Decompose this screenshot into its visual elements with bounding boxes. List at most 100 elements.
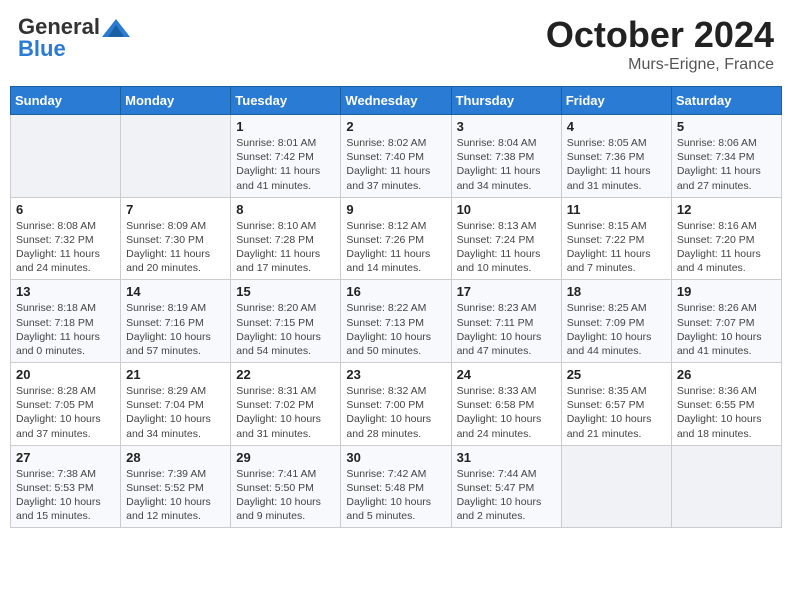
day-cell: 21 Sunrise: 8:29 AMSunset: 7:04 PMDayligh… <box>121 363 231 446</box>
day-cell: 7Sunrise: 8:09 AMSunset: 7:30 PMDaylight… <box>121 197 231 280</box>
day-number: 12 <box>677 202 776 217</box>
day-info: Sunrise: 8:29 AMSunset: 7:04 PMDaylight:… <box>126 384 225 441</box>
logo-icon <box>102 19 130 37</box>
day-cell: 17 Sunrise: 8:23 AMSunset: 7:11 PMDayligh… <box>451 280 561 363</box>
day-cell: 12Sunrise: 8:16 AMSunset: 7:20 PMDayligh… <box>671 197 781 280</box>
day-cell <box>561 445 671 528</box>
day-number: 16 <box>346 284 445 299</box>
day-cell: 25 Sunrise: 8:35 AMSunset: 6:57 PMDayligh… <box>561 363 671 446</box>
day-info: Sunrise: 8:04 AMSunset: 7:38 PMDaylight:… <box>457 136 556 193</box>
day-info: Sunrise: 7:39 AMSunset: 5:52 PMDaylight:… <box>126 467 225 524</box>
day-info: Sunrise: 8:18 AMSunset: 7:18 PMDaylight:… <box>16 301 115 358</box>
weekday-header-sunday: Sunday <box>11 87 121 115</box>
day-number: 14 <box>126 284 225 299</box>
day-info: Sunrise: 7:38 AMSunset: 5:53 PMDaylight:… <box>16 467 115 524</box>
day-number: 2 <box>346 119 445 134</box>
day-info: Sunrise: 8:19 AMSunset: 7:16 PMDaylight:… <box>126 301 225 358</box>
weekday-header-wednesday: Wednesday <box>341 87 451 115</box>
day-number: 3 <box>457 119 556 134</box>
day-cell: 14 Sunrise: 8:19 AMSunset: 7:16 PMDayligh… <box>121 280 231 363</box>
day-number: 20 <box>16 367 115 382</box>
day-number: 30 <box>346 450 445 465</box>
day-number: 19 <box>677 284 776 299</box>
day-cell: 18 Sunrise: 8:25 AMSunset: 7:09 PMDayligh… <box>561 280 671 363</box>
day-info: Sunrise: 8:32 AMSunset: 7:00 PMDaylight:… <box>346 384 445 441</box>
week-row-1: 6 Sunrise: 8:08 AMSunset: 7:32 PMDaylight… <box>11 197 782 280</box>
day-number: 6 <box>16 202 115 217</box>
week-row-0: 1Sunrise: 8:01 AMSunset: 7:42 PMDaylight… <box>11 115 782 198</box>
day-info: Sunrise: 8:20 AMSunset: 7:15 PMDaylight:… <box>236 301 335 358</box>
weekday-header-thursday: Thursday <box>451 87 561 115</box>
day-number: 25 <box>567 367 666 382</box>
day-info: Sunrise: 8:36 AMSunset: 6:55 PMDaylight:… <box>677 384 776 441</box>
day-cell: 8Sunrise: 8:10 AMSunset: 7:28 PMDaylight… <box>231 197 341 280</box>
day-number: 17 <box>457 284 556 299</box>
week-row-3: 20 Sunrise: 8:28 AMSunset: 7:05 PMDayligh… <box>11 363 782 446</box>
day-number: 29 <box>236 450 335 465</box>
day-number: 1 <box>236 119 335 134</box>
weekday-header-row: SundayMondayTuesdayWednesdayThursdayFrid… <box>11 87 782 115</box>
day-info: Sunrise: 8:13 AMSunset: 7:24 PMDaylight:… <box>457 219 556 276</box>
day-number: 21 <box>126 367 225 382</box>
week-row-4: 27 Sunrise: 7:38 AMSunset: 5:53 PMDayligh… <box>11 445 782 528</box>
day-number: 28 <box>126 450 225 465</box>
day-cell: 27 Sunrise: 7:38 AMSunset: 5:53 PMDayligh… <box>11 445 121 528</box>
day-cell: 16 Sunrise: 8:22 AMSunset: 7:13 PMDayligh… <box>341 280 451 363</box>
day-cell: 31 Sunrise: 7:44 AMSunset: 5:47 PMDayligh… <box>451 445 561 528</box>
day-cell: 9Sunrise: 8:12 AMSunset: 7:26 PMDaylight… <box>341 197 451 280</box>
day-cell: 22 Sunrise: 8:31 AMSunset: 7:02 PMDayligh… <box>231 363 341 446</box>
day-cell: 3 Sunrise: 8:04 AMSunset: 7:38 PMDaylight… <box>451 115 561 198</box>
month-title: October 2024 <box>546 14 774 56</box>
day-number: 27 <box>16 450 115 465</box>
calendar-table: SundayMondayTuesdayWednesdayThursdayFrid… <box>10 86 782 528</box>
day-number: 22 <box>236 367 335 382</box>
day-info: Sunrise: 8:15 AMSunset: 7:22 PMDaylight:… <box>567 219 666 276</box>
logo-blue-text: Blue <box>18 36 66 62</box>
day-cell: 26Sunrise: 8:36 AMSunset: 6:55 PMDayligh… <box>671 363 781 446</box>
weekday-header-tuesday: Tuesday <box>231 87 341 115</box>
day-info: Sunrise: 7:41 AMSunset: 5:50 PMDaylight:… <box>236 467 335 524</box>
day-info: Sunrise: 8:26 AMSunset: 7:07 PMDaylight:… <box>677 301 776 358</box>
title-area: October 2024 Murs-Erigne, France <box>546 14 774 74</box>
day-number: 18 <box>567 284 666 299</box>
day-info: Sunrise: 8:31 AMSunset: 7:02 PMDaylight:… <box>236 384 335 441</box>
day-cell: 10 Sunrise: 8:13 AMSunset: 7:24 PMDayligh… <box>451 197 561 280</box>
day-number: 13 <box>16 284 115 299</box>
day-info: Sunrise: 8:33 AMSunset: 6:58 PMDaylight:… <box>457 384 556 441</box>
day-info: Sunrise: 8:08 AMSunset: 7:32 PMDaylight:… <box>16 219 115 276</box>
day-cell: 23 Sunrise: 8:32 AMSunset: 7:00 PMDayligh… <box>341 363 451 446</box>
day-cell: 24 Sunrise: 8:33 AMSunset: 6:58 PMDayligh… <box>451 363 561 446</box>
day-cell: 4 Sunrise: 8:05 AMSunset: 7:36 PMDaylight… <box>561 115 671 198</box>
day-info: Sunrise: 8:05 AMSunset: 7:36 PMDaylight:… <box>567 136 666 193</box>
weekday-header-monday: Monday <box>121 87 231 115</box>
day-number: 4 <box>567 119 666 134</box>
day-info: Sunrise: 7:44 AMSunset: 5:47 PMDaylight:… <box>457 467 556 524</box>
day-cell: 5 Sunrise: 8:06 AMSunset: 7:34 PMDaylight… <box>671 115 781 198</box>
day-info: Sunrise: 8:22 AMSunset: 7:13 PMDaylight:… <box>346 301 445 358</box>
day-info: Sunrise: 8:10 AMSunset: 7:28 PMDaylight:… <box>236 219 335 276</box>
day-cell: 15 Sunrise: 8:20 AMSunset: 7:15 PMDayligh… <box>231 280 341 363</box>
day-cell: 6 Sunrise: 8:08 AMSunset: 7:32 PMDaylight… <box>11 197 121 280</box>
day-info: Sunrise: 8:25 AMSunset: 7:09 PMDaylight:… <box>567 301 666 358</box>
day-info: Sunrise: 8:23 AMSunset: 7:11 PMDaylight:… <box>457 301 556 358</box>
day-number: 10 <box>457 202 556 217</box>
day-number: 5 <box>677 119 776 134</box>
day-cell: 1Sunrise: 8:01 AMSunset: 7:42 PMDaylight… <box>231 115 341 198</box>
day-number: 31 <box>457 450 556 465</box>
day-cell: 11Sunrise: 8:15 AMSunset: 7:22 PMDayligh… <box>561 197 671 280</box>
logo: General Blue <box>18 14 130 62</box>
day-number: 24 <box>457 367 556 382</box>
day-info: Sunrise: 8:06 AMSunset: 7:34 PMDaylight:… <box>677 136 776 193</box>
weekday-header-saturday: Saturday <box>671 87 781 115</box>
location-title: Murs-Erigne, France <box>546 56 774 74</box>
day-info: Sunrise: 8:28 AMSunset: 7:05 PMDaylight:… <box>16 384 115 441</box>
day-info: Sunrise: 8:35 AMSunset: 6:57 PMDaylight:… <box>567 384 666 441</box>
day-number: 23 <box>346 367 445 382</box>
day-cell: 29 Sunrise: 7:41 AMSunset: 5:50 PMDayligh… <box>231 445 341 528</box>
day-number: 9 <box>346 202 445 217</box>
day-info: Sunrise: 8:02 AMSunset: 7:40 PMDaylight:… <box>346 136 445 193</box>
day-cell <box>671 445 781 528</box>
day-info: Sunrise: 7:42 AMSunset: 5:48 PMDaylight:… <box>346 467 445 524</box>
day-cell: 28 Sunrise: 7:39 AMSunset: 5:52 PMDayligh… <box>121 445 231 528</box>
day-number: 15 <box>236 284 335 299</box>
